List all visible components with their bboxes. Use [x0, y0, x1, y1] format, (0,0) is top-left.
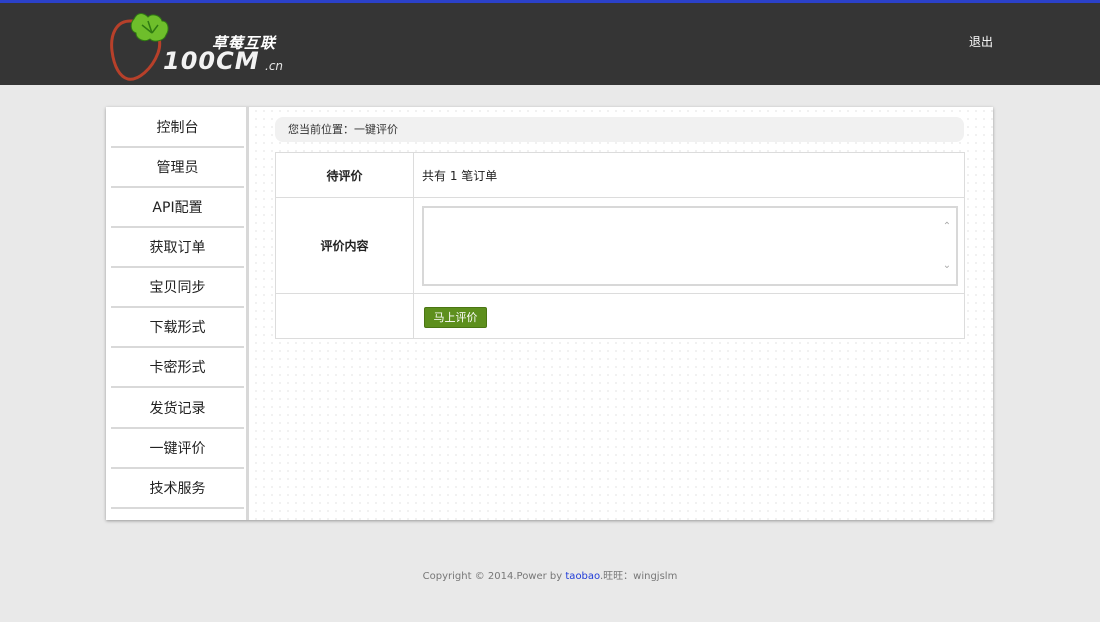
footer: Copyright © 2014.Power by taobao.旺旺：wing…: [0, 567, 1100, 582]
content-label: 评价内容: [276, 198, 414, 293]
sidebar-item-download-mode[interactable]: 下载形式: [111, 308, 244, 348]
main-panel: 您当前位置：一键评价 待评价 共有 1 笔订单 评价内容 ⌃ ⌄ 马上评价: [252, 107, 993, 520]
pending-count: 共有 1 笔订单: [422, 168, 498, 183]
footer-copyright: Copyright © 2014.Power by: [422, 571, 566, 582]
sidebar-item-card-key-mode[interactable]: 卡密形式: [111, 348, 244, 388]
footer-taobao-link[interactable]: taobao: [565, 571, 600, 582]
sidebar-item-one-click-review[interactable]: 一键评价: [111, 429, 244, 469]
logo-domain-suffix: .cn: [265, 59, 284, 73]
logout-link[interactable]: 退出: [969, 33, 993, 50]
submit-row: 马上评价: [276, 294, 964, 339]
sidebar: 控制台 管理员 API配置 获取订单 宝贝同步 下载形式 卡密形式 发货记录 一…: [106, 107, 249, 520]
scroll-down-icon[interactable]: ⌄: [941, 260, 953, 272]
logo-brand-text: 100CM: [163, 47, 260, 75]
sidebar-item-tech-service[interactable]: 技术服务: [111, 469, 244, 509]
sidebar-item-dashboard[interactable]: 控制台: [111, 108, 244, 148]
submit-row-label: [276, 294, 414, 339]
content-row: 评价内容 ⌃ ⌄: [276, 198, 964, 294]
review-form-table: 待评价 共有 1 笔订单 评价内容 ⌃ ⌄ 马上评价: [275, 152, 965, 339]
sidebar-item-api-config[interactable]: API配置: [111, 188, 244, 228]
sidebar-item-get-orders[interactable]: 获取订单: [111, 228, 244, 268]
review-content-box: ⌃ ⌄: [422, 206, 958, 286]
pending-row: 待评价 共有 1 笔订单: [276, 153, 964, 198]
sidebar-item-item-sync[interactable]: 宝贝同步: [111, 268, 244, 308]
submit-review-button[interactable]: 马上评价: [424, 307, 487, 328]
sidebar-item-shipping-records[interactable]: 发货记录: [111, 389, 244, 429]
pending-label: 待评价: [276, 153, 414, 197]
footer-contact: .旺旺：wingjslm: [599, 571, 678, 582]
header: 草莓互联 100CM .cn 退出: [0, 3, 1100, 85]
sidebar-item-admin[interactable]: 管理员: [111, 148, 244, 188]
logo[interactable]: 草莓互联 100CM .cn: [108, 11, 293, 83]
scroll-up-icon[interactable]: ⌃: [941, 221, 953, 233]
review-content-textarea[interactable]: [424, 208, 956, 284]
breadcrumb: 您当前位置：一键评价: [275, 117, 964, 142]
content-container: 控制台 管理员 API配置 获取订单 宝贝同步 下载形式 卡密形式 发货记录 一…: [106, 107, 993, 520]
